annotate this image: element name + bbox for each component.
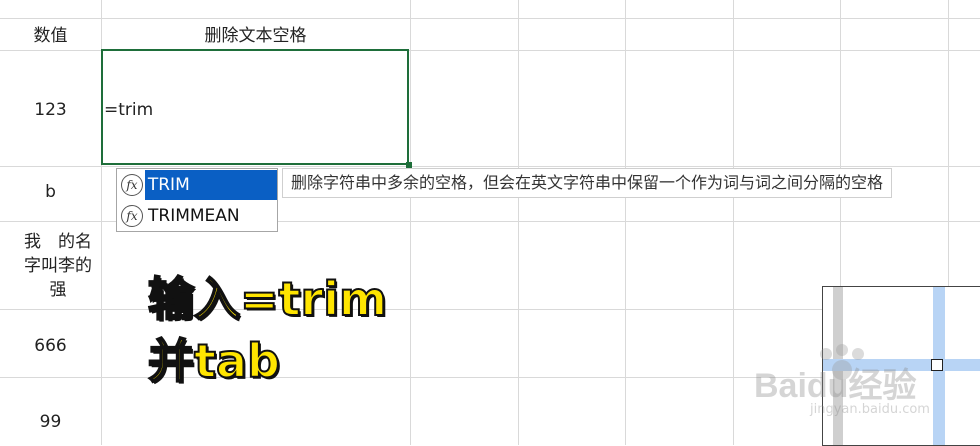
col-line (410, 0, 411, 445)
header-trim[interactable]: 删除文本空格 (101, 25, 410, 47)
row-line (0, 18, 980, 19)
autocomplete-label: TRIM (144, 170, 277, 200)
cell-99[interactable]: 99 (0, 411, 101, 433)
function-icon: fx (121, 174, 143, 196)
autocomplete-list: fx TRIM fx TRIMMEAN (116, 168, 278, 232)
col-line (625, 0, 626, 445)
row-line (0, 166, 980, 167)
autocomplete-label: TRIMMEAN (148, 206, 240, 226)
baidu-watermark: Baidu经验 jingyan.baidu.com (754, 344, 964, 424)
formula-text[interactable]: =trim (104, 99, 153, 121)
function-tooltip: 删除字符串中多余的空格，但会在英文字符串中保留一个作为词与词之间分隔的空格 (282, 168, 893, 198)
autocomplete-item-trimmean[interactable]: fx TRIMMEAN (117, 201, 277, 231)
annotation-line2: 并tab (147, 334, 281, 388)
autocomplete-item-trim[interactable]: fx TRIM (117, 170, 277, 200)
function-icon: fx (121, 205, 143, 227)
watermark-brand: Baidu经验 (754, 367, 917, 405)
cell-name[interactable]: 我 的名字叫李的强 (24, 230, 92, 302)
cell-b[interactable]: b (0, 181, 101, 203)
col-line (518, 0, 519, 445)
col-line (733, 0, 734, 445)
header-value[interactable]: 数值 (0, 25, 101, 47)
watermark-url: jingyan.baidu.com (810, 402, 930, 417)
cell-666[interactable]: 666 (0, 335, 101, 357)
cell-123[interactable]: 123 (0, 99, 101, 121)
annotation-line1: 输入=trim (147, 272, 388, 326)
